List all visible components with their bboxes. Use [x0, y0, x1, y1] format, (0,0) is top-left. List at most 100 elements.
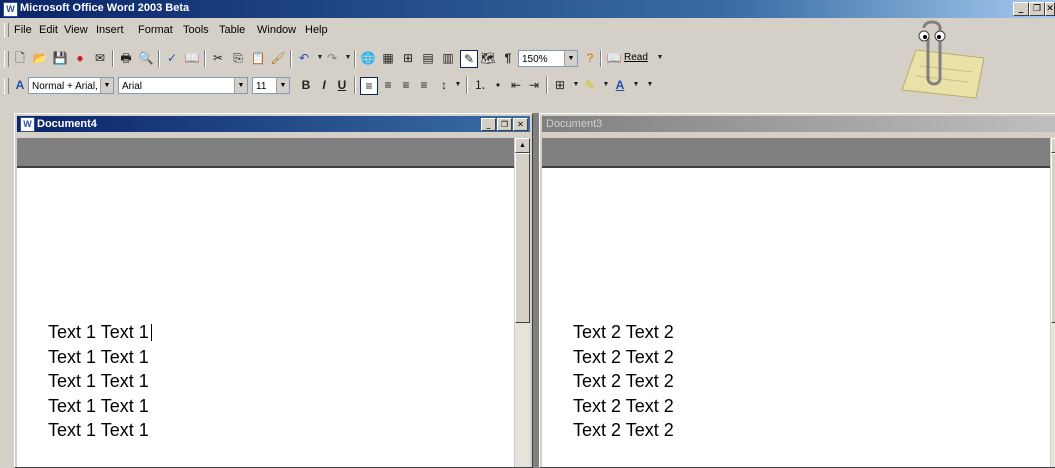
increase-indent-icon[interactable]: ⇥ — [526, 77, 542, 93]
vertical-scrollbar[interactable]: ▲ — [1051, 138, 1055, 467]
line-spacing-dropdown-icon[interactable]: ▼ — [450, 77, 466, 93]
styles-formatting-icon[interactable]: A — [12, 77, 28, 93]
decrease-indent-icon[interactable]: ⇤ — [508, 77, 524, 93]
format-painter-icon[interactable]: 🖌 — [270, 50, 286, 66]
zoom-combo[interactable]: 150% ▼ — [518, 50, 578, 67]
help-icon[interactable]: ? — [582, 50, 598, 66]
new-document-icon[interactable]: 🗋 — [12, 50, 28, 66]
text-cursor — [150, 324, 152, 341]
font-size-combo[interactable]: 11 ▼ — [252, 77, 290, 94]
standard-toolbar: 🗋 📂 💾 ● ✉ 🖶 🔍 ✓ 📖 ✂ ⎘ 📋 🖌 ↶ ▼ ↷ ▼ 🌐 ▦ ⊞ … — [0, 46, 880, 72]
text-line: Text 2 Text 2 — [573, 396, 674, 416]
scroll-thumb[interactable] — [515, 153, 530, 323]
underline-icon[interactable]: U — [334, 77, 350, 93]
minimize-icon[interactable]: _ — [1013, 2, 1029, 16]
open-folder-icon[interactable]: 📂 — [32, 50, 48, 66]
office-assistant-paperclip[interactable] — [880, 20, 1000, 100]
highlight-icon[interactable]: ✎ — [582, 77, 598, 93]
paste-icon[interactable]: 📋 — [250, 50, 266, 66]
redo-icon[interactable]: ↷ — [324, 50, 340, 66]
menu-view[interactable]: View — [64, 24, 88, 36]
chevron-down-icon[interactable]: ▼ — [234, 78, 247, 93]
scroll-up-icon[interactable]: ▲ — [515, 138, 530, 153]
justify-icon[interactable]: ≡ — [416, 77, 432, 93]
print-icon[interactable]: 🖶 — [118, 50, 134, 66]
menu-edit[interactable]: Edit — [39, 24, 58, 36]
document-1-title: Document4 — [37, 118, 97, 130]
text-line: Text 1 Text 1 — [48, 420, 149, 440]
print-preview-icon[interactable]: 🔍 — [138, 50, 154, 66]
menu-file[interactable]: File — [14, 24, 32, 36]
menu-insert[interactable]: Insert — [96, 24, 124, 36]
separator — [546, 77, 548, 94]
bold-icon[interactable]: B — [298, 77, 314, 93]
numbering-icon[interactable]: ⒈ — [472, 77, 488, 93]
scroll-thumb[interactable] — [1051, 153, 1055, 323]
close-icon[interactable]: ✕ — [513, 118, 528, 131]
text-line: Text 1 Text 1 — [48, 322, 152, 343]
menu-window[interactable]: Window — [257, 24, 296, 36]
tables-borders-icon[interactable]: ▦ — [380, 50, 396, 66]
read-icon[interactable]: 📖 — [606, 50, 622, 66]
formatting-toolbar: A Normal + Arial, ▼ Arial ▼ 11 ▼ B I U ≡… — [0, 73, 880, 99]
chevron-down-icon[interactable]: ▼ — [100, 78, 113, 93]
restore-icon[interactable]: ❐ — [1029, 2, 1045, 16]
document-page[interactable]: Text 2 Text 2 Text 2 Text 2 Text 2 Text … — [542, 168, 1050, 467]
horizontal-ruler[interactable] — [542, 138, 1050, 168]
insert-excel-icon[interactable]: ▤ — [420, 50, 436, 66]
font-combo[interactable]: Arial ▼ — [118, 77, 248, 94]
align-left-icon[interactable]: ≡ — [360, 77, 378, 95]
minimize-icon[interactable]: _ — [481, 118, 496, 131]
cut-icon[interactable]: ✂ — [210, 50, 226, 66]
font-value: Arial — [122, 81, 143, 92]
horizontal-ruler[interactable] — [17, 138, 514, 168]
hyperlink-icon[interactable]: 🌐 — [360, 50, 376, 66]
menu-help[interactable]: Help — [305, 24, 328, 36]
style-combo[interactable]: Normal + Arial, ▼ — [28, 77, 114, 94]
email-icon[interactable]: ✉ — [92, 50, 108, 66]
toolbar-grip[interactable] — [4, 78, 9, 94]
columns-icon[interactable]: ▥ — [440, 50, 456, 66]
insert-table-icon[interactable]: ⊞ — [400, 50, 416, 66]
separator — [354, 77, 356, 94]
text-line: Text 1 Text 1 — [48, 371, 149, 391]
vertical-scrollbar[interactable]: ▲ — [515, 138, 530, 467]
undo-icon[interactable]: ↶ — [296, 50, 312, 66]
chevron-down-icon[interactable]: ▼ — [564, 51, 577, 66]
toolbar-grip[interactable] — [4, 51, 9, 67]
document-icon: W — [20, 117, 35, 132]
research-icon[interactable]: 📖 — [184, 50, 200, 66]
menu-tools[interactable]: Tools — [183, 24, 209, 36]
menubar-grip[interactable] — [4, 23, 9, 37]
spelling-icon[interactable]: ✓ — [164, 50, 180, 66]
document-window-2[interactable]: Document3 Text 2 Text 2 Text 2 Text 2 Te… — [539, 113, 1055, 468]
toolbar-options-icon[interactable]: ▼ — [652, 50, 668, 66]
close-icon[interactable]: ✕ — [1045, 2, 1055, 16]
separator — [600, 50, 602, 67]
document-1-title-bar[interactable]: W Document4 _ ❐ ✕ — [17, 116, 530, 132]
bullets-icon[interactable]: • — [490, 77, 506, 93]
document-map-icon[interactable]: 🗺 — [480, 50, 496, 66]
document-page[interactable]: Text 1 Text 1 Text 1 Text 1 Text 1 Text … — [17, 168, 514, 467]
show-hide-icon[interactable]: ¶ — [500, 50, 516, 66]
drawing-icon[interactable]: ✎ — [460, 50, 478, 68]
align-right-icon[interactable]: ≡ — [398, 77, 414, 93]
scroll-up-icon[interactable]: ▲ — [1051, 138, 1055, 153]
menu-table[interactable]: Table — [219, 24, 245, 36]
document-window-1[interactable]: W Document4 _ ❐ ✕ Text 1 Text 1 Text 1 T… — [14, 113, 533, 468]
restore-icon[interactable]: ❐ — [497, 118, 512, 131]
document-2-title-bar[interactable]: Document3 — [542, 116, 1055, 132]
chevron-down-icon[interactable]: ▼ — [276, 78, 289, 93]
app-title: Microsoft Office Word 2003 Beta — [20, 2, 190, 14]
font-color-icon[interactable]: A — [612, 77, 628, 93]
save-icon[interactable]: 💾 — [52, 50, 68, 66]
toolbar-options-icon[interactable]: ▼ — [642, 77, 658, 93]
font-size-value: 11 — [256, 81, 267, 92]
menu-format[interactable]: Format — [138, 24, 173, 36]
read-button[interactable]: Read — [624, 52, 648, 63]
copy-icon[interactable]: ⎘ — [230, 50, 246, 66]
permission-icon[interactable]: ● — [72, 50, 88, 66]
align-center-icon[interactable]: ≡ — [380, 77, 396, 93]
italic-icon[interactable]: I — [316, 77, 332, 93]
borders-icon[interactable]: ⊞ — [552, 77, 568, 93]
